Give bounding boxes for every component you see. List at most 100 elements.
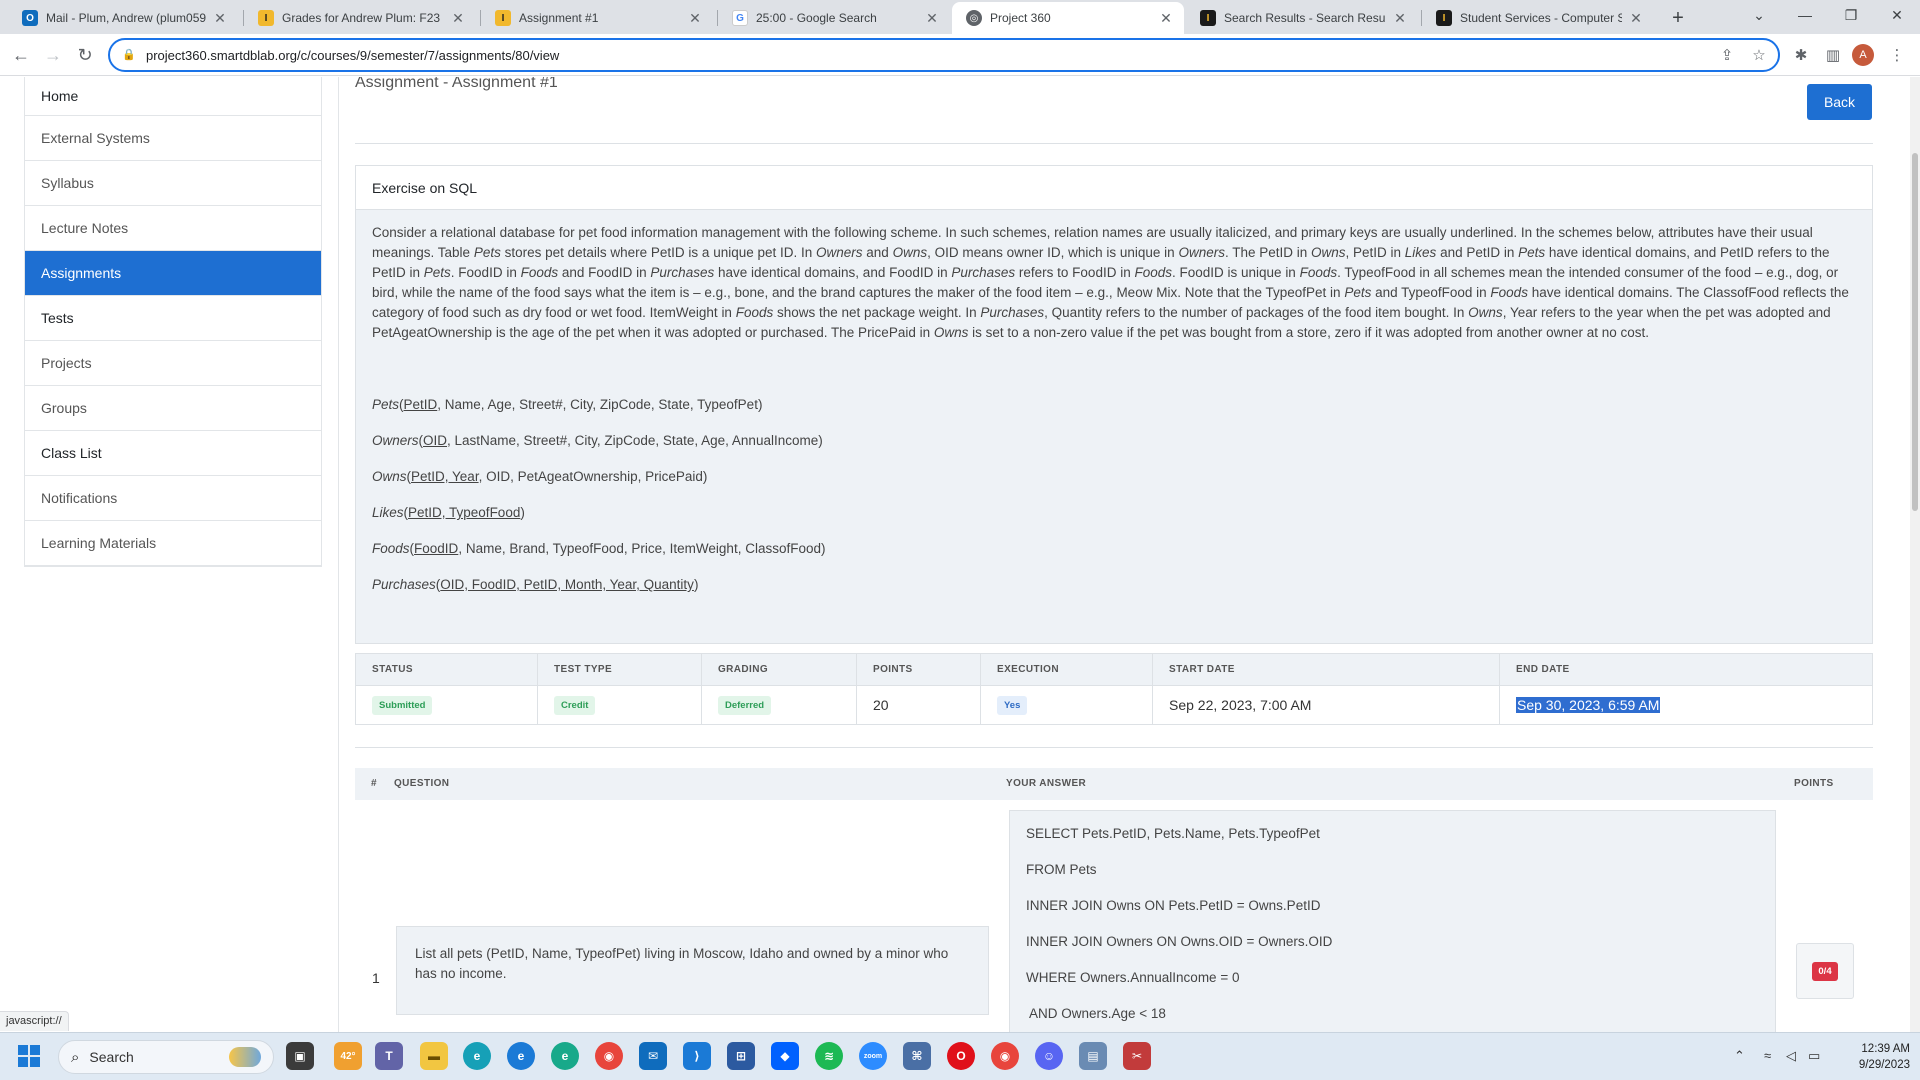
column-header: EXECUTION <box>980 653 1153 686</box>
tab-title: Search Results - Search Results <box>1224 11 1386 25</box>
back-button[interactable]: Back <box>1807 84 1872 120</box>
network-app-icon[interactable]: ⌘ <box>903 1042 931 1070</box>
schema-owns: Owns(PetID, Year, OID, PetAgeatOwnership… <box>372 467 1856 487</box>
dropbox-icon[interactable]: ◆ <box>771 1042 799 1070</box>
sidebar-item-groups[interactable]: Groups <box>25 386 321 431</box>
grading-badge: Deferred <box>718 696 772 715</box>
question-points[interactable]: 0/4 <box>1796 943 1854 999</box>
column-header: GRADING <box>701 653 857 686</box>
sidebar-item-projects[interactable]: Projects <box>25 341 321 386</box>
system-clock[interactable]: 12:39 AM 9/29/2023 <box>1840 1041 1910 1073</box>
extensions-icon[interactable]: ✱ <box>1788 42 1814 68</box>
side-panel-icon[interactable]: ▥ <box>1820 42 1846 68</box>
end-date[interactable]: Sep 30, 2023, 6:59 AM <box>1516 697 1661 713</box>
lock-icon[interactable]: 🔒 <box>122 48 136 62</box>
monitor-app-icon[interactable]: ▤ <box>1079 1042 1107 1070</box>
teams-icon[interactable]: T <box>375 1042 403 1070</box>
close-icon[interactable]: ✕ <box>687 10 703 27</box>
url-input[interactable] <box>146 47 1714 63</box>
zoom-icon[interactable]: zoom <box>859 1042 887 1070</box>
close-window-button[interactable]: ✕ <box>1874 0 1920 30</box>
spotify-icon[interactable]: ≋ <box>815 1042 843 1070</box>
new-tab-button[interactable]: + <box>1664 4 1692 32</box>
university-icon: I <box>258 10 274 26</box>
share-icon[interactable]: ⇪ <box>1714 42 1740 68</box>
sidebar-item-syllabus[interactable]: Syllabus <box>25 161 321 206</box>
column-header: START DATE <box>1152 653 1500 686</box>
address-bar[interactable]: 🔒 ⇪ ☆ <box>108 38 1780 72</box>
edge-beta-icon[interactable]: e <box>507 1042 535 1070</box>
university-icon: I <box>1200 10 1216 26</box>
tab-title: Mail - Plum, Andrew (plum0598 <box>46 11 206 25</box>
close-icon[interactable]: ✕ <box>1628 10 1644 27</box>
relation-name: Pets <box>423 265 451 280</box>
content-divider <box>338 77 339 1032</box>
edge-dev-icon[interactable]: e <box>551 1042 579 1070</box>
close-icon[interactable]: ✕ <box>1392 10 1408 27</box>
tab-mail[interactable]: O Mail - Plum, Andrew (plum0598 ✕ <box>8 2 238 34</box>
forward-arrow-icon[interactable]: → <box>40 42 66 68</box>
tab-search-results[interactable]: I Search Results - Search Results ✕ <box>1186 2 1418 34</box>
tab-assignment[interactable]: I Assignment #1 ✕ <box>481 2 713 34</box>
scrollbar-thumb[interactable] <box>1912 153 1918 511</box>
windows-start-icon[interactable] <box>18 1045 40 1067</box>
opera-icon[interactable]: O <box>947 1042 975 1070</box>
edge-icon[interactable]: e <box>463 1042 491 1070</box>
description-text: shows the net package weight. In <box>773 305 981 320</box>
microsoft-store-icon[interactable]: ⊞ <box>727 1042 755 1070</box>
task-view-icon[interactable]: ▣ <box>286 1042 314 1070</box>
sidebar-item-tests[interactable]: Tests <box>25 296 321 341</box>
sidebar-item-lecture-notes[interactable]: Lecture Notes <box>25 206 321 251</box>
mail-icon[interactable]: ✉ <box>639 1042 667 1070</box>
tab-title: Assignment #1 <box>519 11 599 25</box>
snipping-tool-icon[interactable]: ✂ <box>1123 1042 1151 1070</box>
relation-name: Purchases <box>951 265 1016 280</box>
sidebar-item-notifications[interactable]: Notifications <box>25 476 321 521</box>
relation-name: Owns <box>1311 245 1346 260</box>
tab-google[interactable]: G 25:00 - Google Search ✕ <box>718 2 950 34</box>
visual-studio-icon[interactable]: ⟩ <box>683 1042 711 1070</box>
bookmark-star-icon[interactable]: ☆ <box>1746 42 1772 68</box>
schema-attributes: , LastName, Street#, City, ZipCode, Stat… <box>447 433 823 448</box>
sidebar-item-learning-materials[interactable]: Learning Materials <box>25 521 321 566</box>
close-icon[interactable]: ✕ <box>450 10 466 27</box>
back-arrow-icon[interactable]: ← <box>8 42 34 68</box>
tab-grades[interactable]: I Grades for Andrew Plum: F23 C ✕ <box>244 2 476 34</box>
tab-title: Grades for Andrew Plum: F23 C <box>282 11 444 25</box>
relation-name: Likes <box>372 505 404 520</box>
close-icon[interactable]: ✕ <box>212 10 228 27</box>
sidebar-item-class-list[interactable]: Class List <box>25 431 321 476</box>
tab-project360[interactable]: ◎ Project 360 ✕ <box>952 2 1184 34</box>
close-icon[interactable]: ✕ <box>924 10 940 27</box>
sidebar-item-assignments[interactable]: Assignments <box>25 251 321 296</box>
sidebar-item-home[interactable]: Home <box>25 77 321 116</box>
restore-button[interactable]: ❐ <box>1828 0 1874 30</box>
reload-icon[interactable]: ↻ <box>72 42 98 68</box>
description-text: and PetID in <box>1436 245 1519 260</box>
answer-line: AND Owners.Age < 18 <box>1026 1006 1166 1021</box>
schema-attributes: , Name, Age, Street#, City, ZipCode, Sta… <box>437 397 763 412</box>
close-icon[interactable]: ✕ <box>1158 10 1174 27</box>
menu-kebab-icon[interactable]: ⋮ <box>1884 42 1910 68</box>
sidebar-item-external-systems[interactable]: External Systems <box>25 116 321 161</box>
chrome-icon[interactable]: ◉ <box>595 1042 623 1070</box>
primary-key: PetID, Year <box>411 469 479 484</box>
tab-title: Student Services - Computer Sc <box>1460 11 1622 25</box>
chrome-active-icon[interactable]: ◉ <box>991 1042 1019 1070</box>
wifi-icon[interactable]: ≈ <box>1764 1048 1771 1063</box>
relation-name: Owners <box>372 433 419 448</box>
chevron-up-icon[interactable]: ⌃ <box>1734 1048 1745 1064</box>
file-explorer-icon[interactable]: ▬ <box>420 1042 448 1070</box>
weather-icon[interactable]: 42° <box>334 1042 362 1070</box>
profile-avatar[interactable]: A <box>1852 44 1874 66</box>
volume-icon[interactable]: ◁ <box>1786 1048 1796 1064</box>
column-header: STATUS <box>355 653 538 686</box>
tab-search-chevron-icon[interactable]: ⌄ <box>1736 0 1782 30</box>
discord-icon[interactable]: ☺ <box>1035 1042 1063 1070</box>
taskbar-search[interactable]: ⌕ Search <box>58 1040 274 1074</box>
minimize-button[interactable]: — <box>1782 0 1828 30</box>
execution-badge: Yes <box>997 696 1028 715</box>
column-header: # <box>371 778 377 789</box>
battery-icon[interactable]: ▭ <box>1808 1048 1820 1064</box>
tab-student-services[interactable]: I Student Services - Computer Sc ✕ <box>1422 2 1654 34</box>
